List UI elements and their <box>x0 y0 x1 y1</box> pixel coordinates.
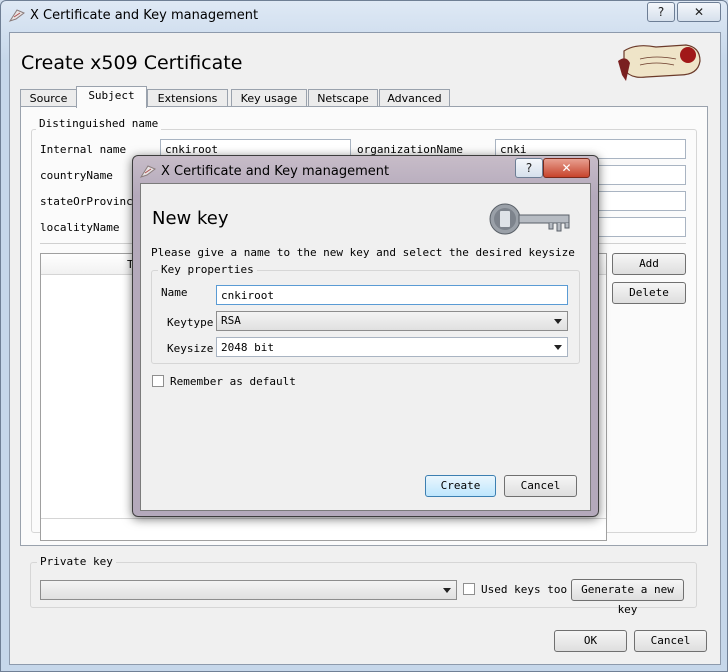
create-button[interactable]: Create <box>425 475 496 497</box>
key-icon <box>489 203 570 235</box>
keytype-label: Keytype <box>167 316 214 329</box>
used-keys-label: Used keys too <box>481 583 568 596</box>
table-bottom-line <box>41 518 606 519</box>
chevron-down-icon <box>554 319 562 324</box>
state-or-province-label: stateOrProvinceName <box>40 195 136 208</box>
cancel-button[interactable]: Cancel <box>634 630 707 652</box>
internal-name-label: Internal name <box>40 143 127 156</box>
dialog-cancel-button[interactable]: Cancel <box>504 475 577 497</box>
dialog-app-icon <box>139 165 156 178</box>
generate-new-key-button[interactable]: Generate a new key <box>571 579 684 616</box>
keytype-value: RSA <box>221 314 241 327</box>
page-title: Create x509 Certificate <box>21 52 243 74</box>
dialog-heading: New key <box>152 208 229 229</box>
help-button[interactable]: ? <box>647 2 675 22</box>
chevron-down-icon <box>443 588 451 593</box>
used-keys-checkbox[interactable] <box>463 583 475 595</box>
name-label: Name <box>161 286 188 299</box>
key-name-input[interactable]: cnkiroot <box>216 285 568 305</box>
chevron-down-icon <box>554 345 562 350</box>
dialog-client: New key Please give a name to the new ke… <box>140 183 591 511</box>
private-key-select[interactable] <box>40 580 457 600</box>
seal-logo-icon <box>618 44 701 81</box>
dialog-instruction: Please give a name to the new key and se… <box>151 246 575 259</box>
keysize-value: 2048 bit <box>221 341 274 354</box>
remember-default-label: Remember as default <box>170 375 296 388</box>
key-properties-label: Key properties <box>158 263 257 276</box>
tab-subject[interactable]: Subject <box>76 86 147 108</box>
ok-button[interactable]: OK <box>554 630 627 652</box>
add-button[interactable]: Add <box>612 253 686 275</box>
country-name-label: countryName <box>40 169 113 182</box>
dialog-close-button[interactable]: ✕ <box>543 158 590 178</box>
private-key-label: Private key <box>37 555 116 568</box>
keytype-select[interactable]: RSA <box>216 311 568 331</box>
new-key-dialog: X Certificate and Key management ? ✕ New… <box>132 155 599 517</box>
locality-name-label: localityName <box>40 221 120 234</box>
window-title: X Certificate and Key management <box>30 8 259 23</box>
keysize-label: Keysize <box>167 342 214 355</box>
close-button[interactable]: ✕ <box>677 2 721 22</box>
remember-default-checkbox[interactable] <box>152 375 164 387</box>
delete-button[interactable]: Delete <box>612 282 686 304</box>
keysize-select[interactable]: 2048 bit <box>216 337 568 357</box>
app-icon <box>8 9 25 22</box>
dialog-help-button[interactable]: ? <box>515 158 543 178</box>
distinguished-name-label: Distinguished name <box>36 117 162 130</box>
dialog-title: X Certificate and Key management <box>161 164 390 179</box>
